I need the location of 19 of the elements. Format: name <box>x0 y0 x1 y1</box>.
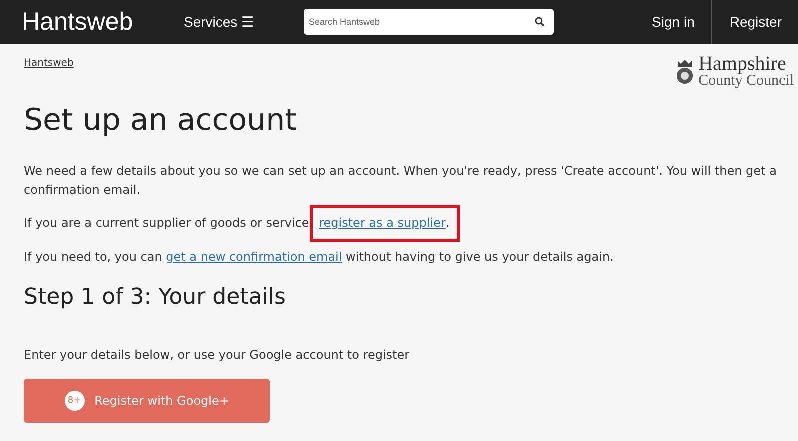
site-logo[interactable]: Hantsweb <box>22 8 184 36</box>
services-menu[interactable]: Services ☰ <box>184 14 304 30</box>
sign-in-link[interactable]: Sign in <box>636 14 711 30</box>
page-title: Set up an account <box>24 103 298 138</box>
confirmation-email-link[interactable]: get a new confirmation email <box>166 250 342 264</box>
google-plus-icon: 8+ <box>64 390 85 411</box>
council-name: Hampshire <box>698 54 786 74</box>
crest-icon <box>674 58 695 84</box>
step-title: Step 1 of 3: Your details <box>24 284 287 310</box>
search-icon[interactable] <box>535 17 545 27</box>
step-text: Enter your details below, or use your Google account to register <box>24 346 411 364</box>
confirmation-text: If you need to, you can get a new confirmation email without having to give us your details again. <box>24 248 615 266</box>
intro-text: We need a few details about you so we can set up an account. When you're ready, press 'Create account'. You will then get a confirmation email. <box>24 163 778 200</box>
search-field[interactable]: Search Hantsweb <box>304 9 554 35</box>
supplier-text: If you are a current supplier of goods or service register as a supplier. <box>24 214 784 234</box>
council-subtitle: County Council <box>698 74 794 89</box>
breadcrumb-link[interactable]: Hantsweb <box>24 58 74 69</box>
supplier-link[interactable]: register as a supplier <box>319 216 446 230</box>
register-link[interactable]: Register <box>710 0 798 44</box>
